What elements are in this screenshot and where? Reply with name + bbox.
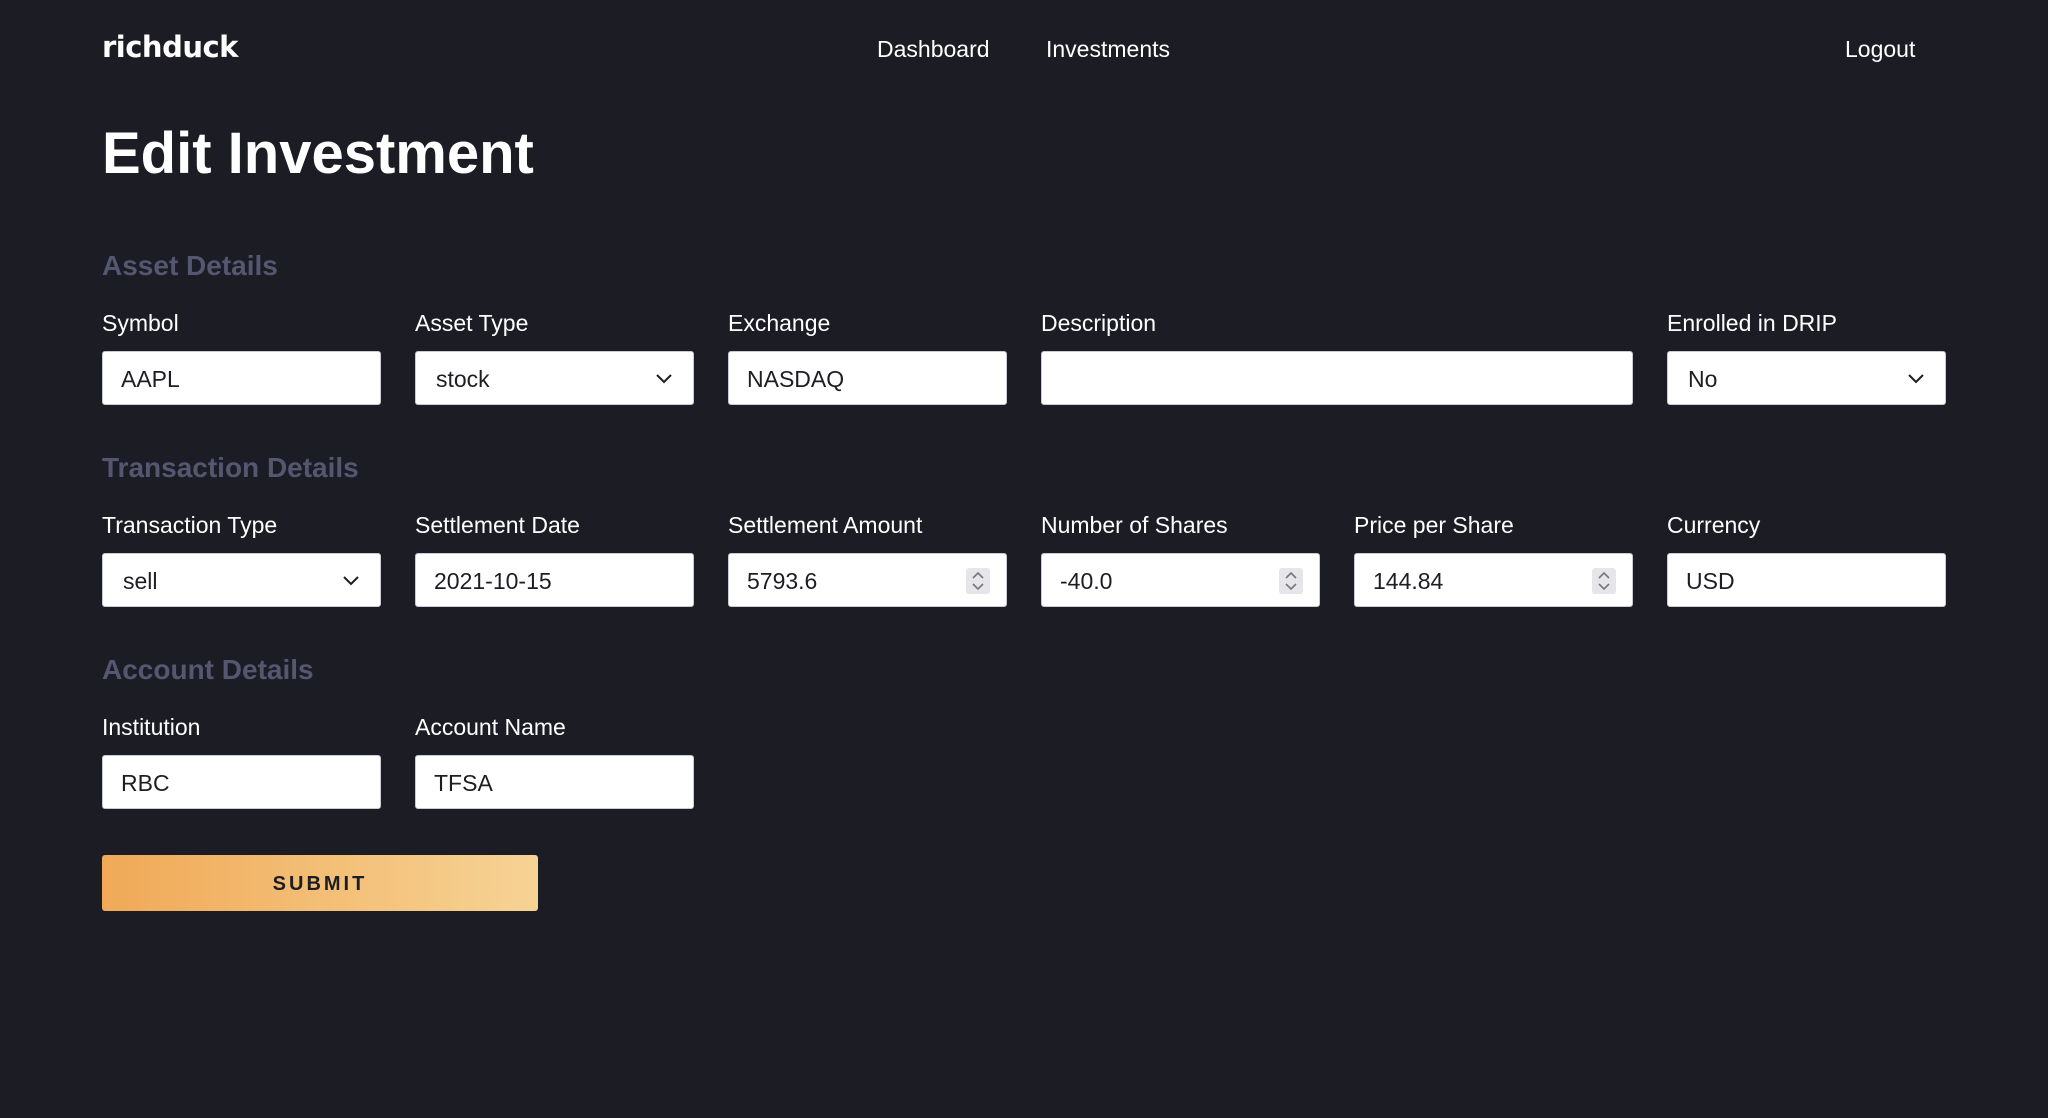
description-label: Description — [1041, 310, 1157, 336]
shares-value: -40.0 — [1060, 568, 1113, 594]
asset-type-label: Asset Type — [415, 310, 529, 336]
shares-input[interactable]: -40.0 — [1041, 553, 1320, 607]
price-value: 144.84 — [1373, 568, 1444, 594]
drip-value: No — [1688, 366, 1718, 392]
settlement-date-value: 2021-10-15 — [434, 568, 552, 594]
nav-dashboard-link[interactable]: Dashboard — [877, 36, 990, 63]
symbol-input[interactable]: AAPL — [102, 351, 381, 405]
account-name-label: Account Name — [415, 714, 566, 740]
brand-logo[interactable]: richduck — [102, 30, 238, 64]
asset-type-value: stock — [436, 366, 490, 392]
asset-type-select[interactable]: stock — [415, 351, 694, 405]
currency-value: USD — [1686, 568, 1735, 594]
drip-select[interactable]: No — [1667, 351, 1946, 405]
institution-value: RBC — [121, 770, 170, 796]
settlement-date-input[interactable]: 2021-10-15 — [415, 553, 694, 607]
settlement-amount-label: Settlement Amount — [728, 512, 923, 538]
spinner-icon[interactable] — [1279, 568, 1303, 594]
shares-label: Number of Shares — [1041, 512, 1228, 538]
settlement-date-label: Settlement Date — [415, 512, 580, 538]
symbol-value: AAPL — [121, 366, 180, 392]
chevron-down-icon — [656, 374, 672, 384]
chevron-down-icon — [343, 576, 359, 586]
description-input[interactable] — [1041, 351, 1633, 405]
spinner-icon[interactable] — [966, 568, 990, 594]
symbol-label: Symbol — [102, 310, 179, 336]
nav-investments-link[interactable]: Investments — [1046, 36, 1170, 63]
price-label: Price per Share — [1354, 512, 1514, 538]
exchange-value: NASDAQ — [747, 366, 845, 392]
transaction-type-value: sell — [123, 568, 158, 594]
settlement-amount-value: 5793.6 — [747, 568, 818, 594]
exchange-input[interactable]: NASDAQ — [728, 351, 1007, 405]
top-navbar: richduck Dashboard Investments Logout — [0, 0, 2048, 100]
nav-logout-link[interactable]: Logout — [1845, 36, 1915, 63]
chevron-down-icon — [1908, 374, 1924, 384]
account-name-input[interactable]: TFSA — [415, 755, 694, 809]
asset-details-heading: Asset Details — [102, 250, 278, 281]
institution-input[interactable]: RBC — [102, 755, 381, 809]
drip-label: Enrolled in DRIP — [1667, 310, 1838, 336]
page-title: Edit Investment — [102, 121, 534, 186]
submit-button[interactable]: SUBMIT — [102, 855, 538, 911]
transaction-details-heading: Transaction Details — [102, 452, 359, 483]
institution-label: Institution — [102, 714, 201, 740]
exchange-label: Exchange — [728, 310, 831, 336]
settlement-amount-input[interactable]: 5793.6 — [728, 553, 1007, 607]
transaction-type-select[interactable]: sell — [102, 553, 381, 607]
account-name-value: TFSA — [434, 770, 493, 796]
account-details-heading: Account Details — [102, 654, 314, 685]
currency-input[interactable]: USD — [1667, 553, 1946, 607]
transaction-type-label: Transaction Type — [102, 512, 278, 538]
price-input[interactable]: 144.84 — [1354, 553, 1633, 607]
spinner-icon[interactable] — [1592, 568, 1616, 594]
currency-label: Currency — [1667, 512, 1761, 538]
